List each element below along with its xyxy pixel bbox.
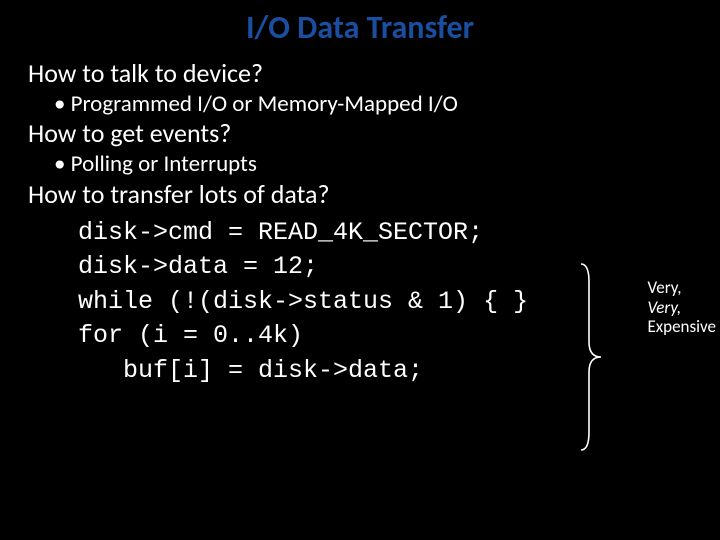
question-1: How to talk to device? [28, 59, 720, 89]
annotation-line-3: Expensive [647, 317, 716, 337]
code-line-3: while (!(disk->status & 1) { } [78, 287, 528, 316]
code-line-4: for (i = 0..4k) [78, 321, 303, 350]
bullet-1: Programmed I/O or Memory-Mapped I/O [28, 91, 720, 117]
slide-title: I/O Data Transfer [0, 0, 720, 57]
slide-body: How to talk to device? Programmed I/O or… [0, 59, 720, 388]
code-line-2: disk->data = 12; [78, 252, 318, 281]
code-line-1: disk->cmd = READ_4K_SECTOR; [78, 218, 483, 247]
question-3: How to transfer lots of data? [28, 180, 720, 210]
bullet-2: Polling or Interrupts [28, 151, 720, 177]
annotation-line-1: Very, [647, 278, 716, 298]
code-line-5: buf[i] = disk->data; [78, 356, 423, 385]
code-block: disk->cmd = READ_4K_SECTOR; disk->data =… [28, 216, 720, 389]
question-2: How to get events? [28, 119, 720, 149]
annotation: Very, Very, Expensive [647, 278, 716, 337]
annotation-line-2: Very, [647, 298, 716, 318]
